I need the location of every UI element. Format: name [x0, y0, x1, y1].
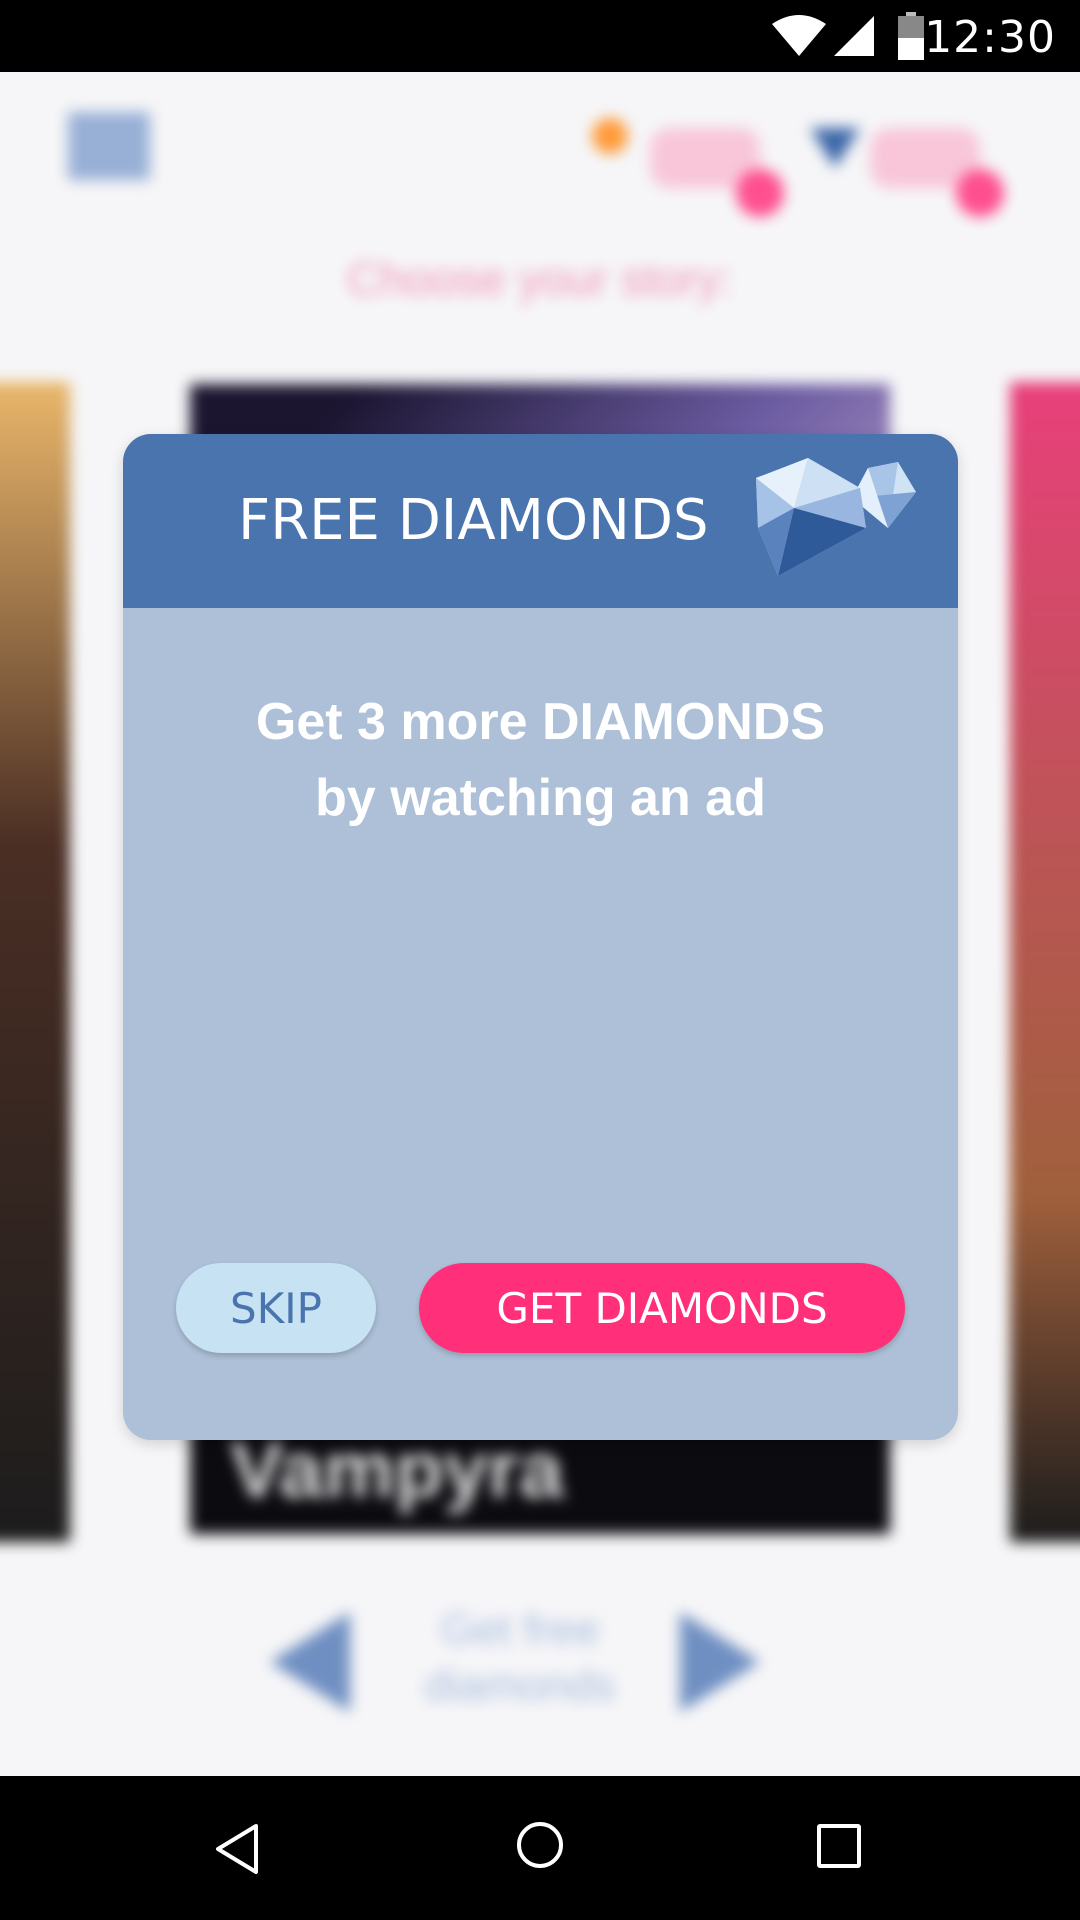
dialog-message-line1: Get 3 more DIAMONDS [255, 693, 826, 751]
choose-story-title: Choose your story: [346, 253, 734, 305]
cell-signal-icon [834, 16, 874, 56]
free-diamonds-dialog: FREE DIAMONDS Get 3 more DIAMONDS by wat… [123, 434, 958, 1440]
home-icon[interactable] [517, 1822, 563, 1868]
story-card-left[interactable] [0, 382, 70, 1542]
diamond-icon [756, 458, 916, 576]
menu-icon [68, 112, 150, 180]
story-card-right[interactable] [1010, 382, 1080, 1542]
recents-icon[interactable] [817, 1824, 861, 1868]
arrow-right-icon[interactable] [680, 1612, 760, 1712]
back-icon[interactable] [212, 1822, 262, 1876]
get-diamonds-button[interactable]: GET DIAMONDS [419, 1263, 905, 1353]
navigation-bar [0, 1776, 1080, 1920]
keys-currency-icon [592, 118, 784, 217]
arrow-left-icon[interactable] [270, 1612, 350, 1712]
wifi-icon [772, 15, 826, 56]
battery-icon [898, 12, 924, 60]
dialog-message-line2: by watching an ad [315, 769, 766, 827]
dialog-message: Get 3 more DIAMONDS by watching an ad [123, 684, 958, 836]
status-bar: 12:30 [0, 0, 1080, 72]
dialog-title: FREE DIAMONDS [238, 488, 709, 553]
skip-button[interactable]: SKIP [176, 1263, 376, 1353]
dialog-header: FREE DIAMONDS [123, 434, 958, 608]
free-diamonds-link[interactable]: Get free diamonds [380, 1602, 660, 1714]
diamonds-currency-icon [810, 128, 1004, 217]
status-time: 12:30 [924, 12, 1056, 63]
